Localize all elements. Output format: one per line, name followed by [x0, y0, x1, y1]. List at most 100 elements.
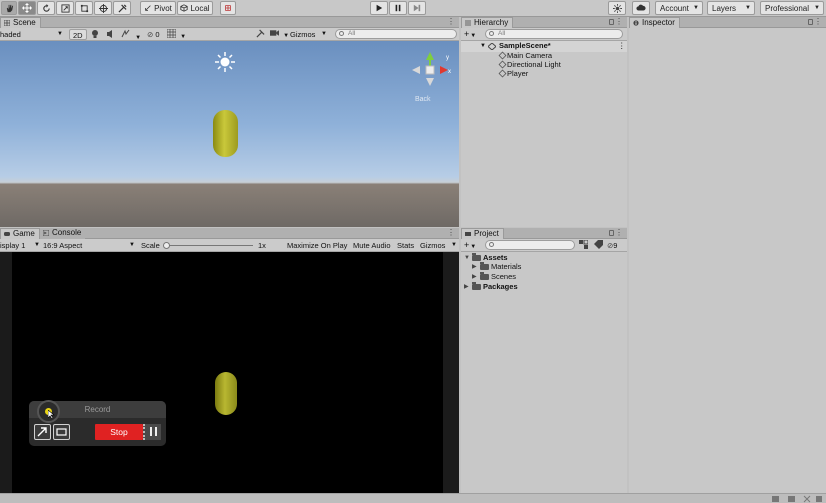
- hierarchy-toolbar: +▼ All: [461, 28, 627, 41]
- hidden-objects-toggle[interactable]: ⊘ 0: [147, 29, 160, 40]
- tab-project[interactable]: Project: [461, 228, 504, 239]
- hierarchy-add-dropdown[interactable]: +▼: [464, 29, 476, 40]
- step-button[interactable]: [408, 1, 426, 15]
- folder-icon: [472, 282, 481, 290]
- cloud-icon: [636, 4, 646, 11]
- pause-recording-button[interactable]: [143, 424, 161, 440]
- scale-slider[interactable]: [163, 240, 255, 251]
- expand-arrow-icon[interactable]: ▼: [480, 41, 486, 51]
- chevron-down-icon: ▼: [57, 31, 63, 37]
- collapse-arrow-icon[interactable]: ▶: [472, 272, 477, 282]
- game-viewport[interactable]: [12, 252, 443, 493]
- tab-hierarchy[interactable]: Hierarchy: [461, 17, 514, 28]
- kebab-menu-icon[interactable]: ⋮: [615, 17, 623, 27]
- stop-recording-button[interactable]: Stop: [95, 424, 143, 440]
- player-capsule[interactable]: [213, 110, 238, 157]
- chevron-down-icon: ▼: [814, 5, 820, 11]
- stats-toggle[interactable]: Stats: [397, 240, 414, 251]
- kebab-menu-icon[interactable]: ⋮: [447, 228, 455, 238]
- toggle-2d-button[interactable]: 2D: [69, 29, 87, 40]
- tab-console[interactable]: Console: [40, 228, 86, 239]
- project-folder-materials[interactable]: ▶ Materials: [461, 262, 627, 272]
- kebab-menu-icon[interactable]: ⋮: [618, 41, 626, 51]
- transform-icon: [98, 3, 108, 13]
- collapse-arrow-icon[interactable]: ▶: [472, 262, 477, 272]
- lighting-toggle[interactable]: [91, 29, 101, 40]
- grid-dropdown[interactable]: ▼: [166, 28, 189, 40]
- scene-search-input[interactable]: All: [335, 29, 457, 39]
- search-by-label-button[interactable]: [594, 240, 604, 251]
- window-capture-button[interactable]: [53, 424, 70, 440]
- gameobject-cube-icon: [498, 60, 507, 69]
- layers-dropdown[interactable]: Layers ▼: [707, 1, 755, 15]
- folder-icon: [480, 262, 489, 270]
- maximize-on-play-toggle[interactable]: Maximize On Play: [287, 240, 347, 251]
- tab-game[interactable]: Game: [0, 228, 40, 239]
- move-icon: [22, 3, 32, 13]
- transform-tool-button[interactable]: [94, 1, 112, 15]
- custom-tool-button[interactable]: [113, 1, 131, 15]
- account-dropdown[interactable]: Account ▼: [655, 1, 703, 15]
- mute-audio-toggle[interactable]: Mute Audio: [353, 240, 391, 251]
- step-icon: [413, 4, 421, 12]
- collapse-arrow-icon[interactable]: ▶: [464, 282, 469, 292]
- project-folder-packages[interactable]: ▶ Packages: [461, 282, 627, 292]
- project-folder-scenes[interactable]: ▶ Scenes: [461, 272, 627, 282]
- tab-scene[interactable]: Scene: [0, 17, 41, 28]
- hierarchy-search-placeholder: All: [498, 30, 506, 37]
- hierarchy-search-input[interactable]: All: [485, 29, 623, 39]
- gizmos-dropdown[interactable]: Gizmos ▼: [290, 29, 330, 40]
- scene-viewport[interactable]: y x Back: [0, 41, 459, 227]
- tab-inspector[interactable]: Inspector: [629, 17, 680, 28]
- rect-tool-button[interactable]: [75, 1, 93, 15]
- player-capsule-game: [215, 372, 237, 415]
- camera-dropdown[interactable]: ▼: [270, 29, 289, 40]
- select-region-button[interactable]: [34, 424, 51, 440]
- snap-button[interactable]: [220, 1, 236, 15]
- lock-icon[interactable]: [808, 19, 813, 25]
- cloud-button[interactable]: [632, 1, 650, 15]
- pivot-label: Pivot: [154, 3, 172, 13]
- game-letterbox-right: [443, 252, 459, 493]
- lock-icon[interactable]: [609, 19, 614, 25]
- shading-mode-dropdown[interactable]: haded ▼: [0, 29, 66, 40]
- play-button[interactable]: [370, 1, 388, 15]
- pivot-toggle[interactable]: Pivot: [140, 1, 176, 15]
- local-toggle[interactable]: Local: [177, 1, 213, 15]
- lock-icon[interactable]: [609, 230, 614, 236]
- game-gizmos-dropdown[interactable]: Gizmos ▼: [420, 240, 457, 251]
- search-by-type-button[interactable]: [579, 239, 589, 251]
- kebab-menu-icon[interactable]: ⋮: [615, 228, 623, 238]
- folder-icon: [472, 253, 481, 261]
- tab-scene-label: Scene: [13, 18, 36, 27]
- hierarchy-item-player[interactable]: Player: [461, 69, 627, 79]
- search-icon: [339, 31, 344, 36]
- grid-icon: [166, 28, 177, 39]
- rotate-tool-button[interactable]: [37, 1, 55, 15]
- aspect-dropdown[interactable]: 16:9 Aspect ▼: [43, 240, 136, 251]
- camera-icon: [270, 30, 279, 36]
- console-icon: [43, 230, 49, 236]
- chevron-down-icon: ▼: [693, 5, 699, 11]
- project-search-input[interactable]: [485, 240, 575, 250]
- project-add-dropdown[interactable]: +▼: [464, 240, 476, 251]
- move-tool-button[interactable]: [18, 1, 36, 15]
- pause-button[interactable]: [389, 1, 407, 15]
- display-dropdown[interactable]: isplay 1 ▼: [0, 240, 40, 251]
- services-button[interactable]: [608, 1, 626, 15]
- scale-label: Scale: [141, 241, 160, 250]
- orientation-gizmo-icon[interactable]: y x: [408, 46, 454, 92]
- effects-dropdown[interactable]: ▼: [121, 29, 143, 41]
- hand-tool-button[interactable]: [1, 1, 17, 15]
- kebab-menu-icon[interactable]: ⋮: [814, 17, 822, 27]
- slider-thumb[interactable]: [163, 242, 170, 249]
- filter-type-icon: [579, 239, 589, 249]
- game-gizmos-label: Gizmos: [420, 241, 446, 250]
- kebab-menu-icon[interactable]: ⋮: [447, 17, 455, 27]
- scale-tool-button[interactable]: [56, 1, 74, 15]
- hidden-packages-toggle[interactable]: ⊘9: [607, 240, 617, 251]
- tools-button[interactable]: [256, 29, 266, 40]
- local-cube-icon: [180, 4, 189, 12]
- layout-dropdown[interactable]: Professional ▼: [760, 1, 824, 15]
- audio-toggle[interactable]: [106, 29, 116, 40]
